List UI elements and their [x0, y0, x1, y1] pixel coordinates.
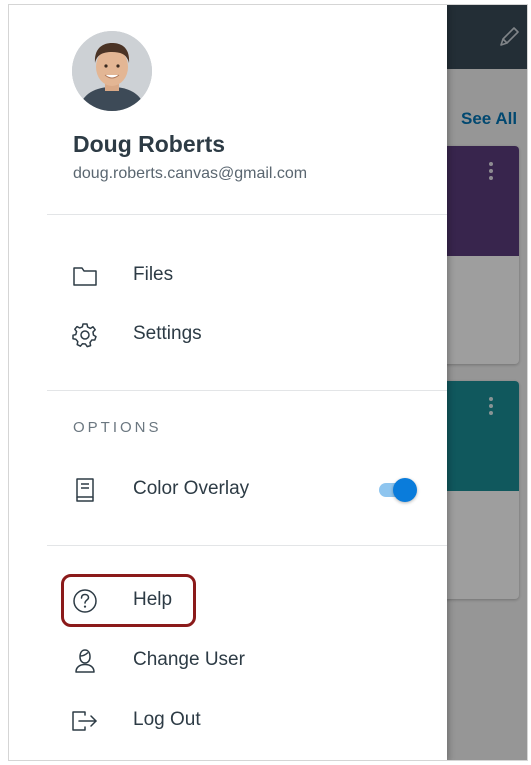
avatar-image: [72, 31, 152, 111]
profile-email: doug.roberts.canvas@gmail.com: [73, 165, 308, 182]
menu-item-log-out[interactable]: Log Out: [71, 701, 201, 741]
menu-item-color-overlay: Color Overlay: [71, 470, 249, 510]
menu-item-change-user[interactable]: Change User: [71, 641, 245, 681]
log-out-icon: [71, 707, 99, 735]
book-icon: [71, 476, 99, 504]
gear-icon: [71, 321, 99, 349]
menu-label-files: Files: [133, 264, 174, 285]
divider: [47, 390, 447, 391]
profile-name: Doug Roberts: [73, 131, 226, 157]
color-overlay-toggle[interactable]: [377, 477, 417, 503]
menu-item-files[interactable]: Files: [71, 256, 173, 296]
user-icon: [71, 647, 99, 675]
menu-item-settings[interactable]: Settings: [71, 315, 202, 355]
options-section-heading: OPTIONS: [73, 419, 162, 436]
divider: [47, 545, 447, 546]
menu-label-log-out: Log Out: [133, 709, 201, 730]
help-highlight-box: [61, 574, 196, 627]
folder-icon: [71, 262, 99, 290]
toggle-knob: [393, 478, 417, 502]
app-frame: See All Doug Roberts doug.roberts.canvas…: [8, 4, 528, 761]
menu-label-color-overlay: Color Overlay: [133, 478, 250, 499]
menu-label-change-user: Change User: [133, 649, 245, 670]
menu-label-settings: Settings: [133, 323, 202, 344]
navigation-drawer: Doug Roberts doug.roberts.canvas@gmail.c…: [9, 5, 447, 760]
divider: [47, 214, 447, 215]
avatar[interactable]: [72, 31, 152, 111]
